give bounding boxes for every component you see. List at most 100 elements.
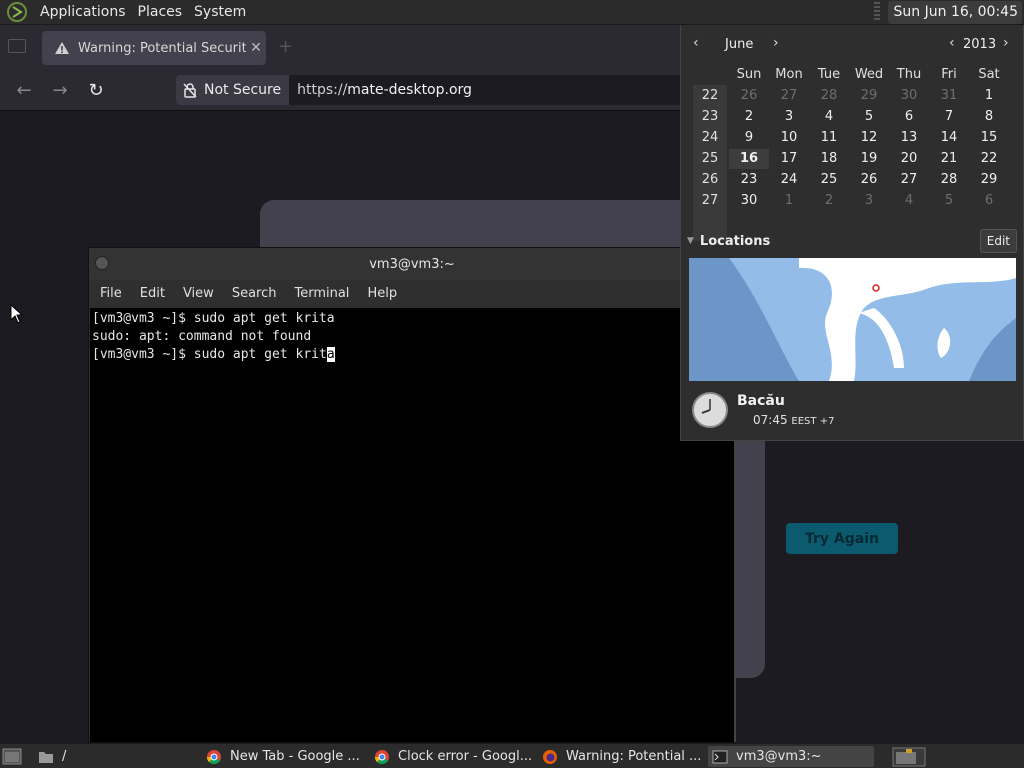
taskbar-item-terminal[interactable]: vm3@vm3:~ bbox=[708, 746, 874, 767]
panel-handle[interactable] bbox=[873, 2, 880, 22]
menu-system[interactable]: System bbox=[188, 4, 252, 20]
calendar-day[interactable]: 22 bbox=[969, 149, 1009, 169]
terminal-menu-view[interactable]: View bbox=[177, 286, 226, 301]
calendar-day[interactable]: 2 bbox=[729, 107, 769, 127]
calendar-day[interactable]: 29 bbox=[969, 170, 1009, 190]
calendar-day[interactable]: 1 bbox=[969, 86, 1009, 106]
calendar-day[interactable]: 25 bbox=[809, 170, 849, 190]
calendar-day[interactable]: 6 bbox=[889, 107, 929, 127]
url-text[interactable]: https://mate-desktop.org bbox=[289, 82, 472, 98]
world-map[interactable] bbox=[689, 258, 1016, 381]
calendar-day[interactable]: 30 bbox=[729, 191, 769, 211]
calendar-grid: Sun Mon Tue Wed Thu Fri Sat 22 26 27 28 29 30 31 1 23 2 3… bbox=[693, 61, 1015, 241]
calendar-day[interactable]: 4 bbox=[889, 191, 929, 211]
calendar-day[interactable]: 9 bbox=[729, 128, 769, 148]
calendar-day[interactable]: 21 bbox=[929, 149, 969, 169]
week-number: 22 bbox=[701, 88, 719, 103]
next-year-icon[interactable]: › bbox=[1003, 35, 1009, 51]
calendar-day[interactable]: 20 bbox=[889, 149, 929, 169]
not-secure-indicator[interactable]: Not Secure bbox=[176, 75, 290, 105]
terminal-titlebar[interactable]: vm3@vm3:~ bbox=[89, 248, 735, 280]
calendar-day[interactable]: 2 bbox=[809, 191, 849, 211]
calendar-day[interactable]: 18 bbox=[809, 149, 849, 169]
calendar-day[interactable]: 19 bbox=[849, 149, 889, 169]
calendar-day[interactable]: 1 bbox=[769, 191, 809, 211]
taskbar-item-folder[interactable]: / bbox=[38, 746, 198, 767]
locations-header[interactable]: ▼ Locations Edit bbox=[687, 229, 1019, 253]
forward-arrow-icon[interactable]: → bbox=[47, 77, 73, 103]
calendar-day[interactable]: 6 bbox=[969, 191, 1009, 211]
calendar-day[interactable]: 27 bbox=[889, 170, 929, 190]
tab-overview-icon[interactable] bbox=[8, 39, 26, 53]
prev-year-icon[interactable]: ‹ bbox=[949, 35, 955, 51]
workspace-switcher[interactable] bbox=[892, 747, 926, 767]
mate-logo-icon[interactable] bbox=[6, 1, 28, 23]
menu-places[interactable]: Places bbox=[132, 4, 189, 20]
prev-month-icon[interactable]: ‹ bbox=[693, 35, 699, 51]
calendar-day[interactable]: 13 bbox=[889, 128, 929, 148]
calendar-day[interactable]: 4 bbox=[809, 107, 849, 127]
calendar-day[interactable]: 28 bbox=[809, 86, 849, 106]
taskbar-item-chrome-clock-error[interactable]: Clock error - Googl... bbox=[374, 746, 534, 767]
back-arrow-icon[interactable]: ← bbox=[11, 77, 37, 103]
url-scheme: https:// bbox=[297, 82, 348, 98]
calendar-day[interactable]: 27 bbox=[769, 86, 809, 106]
terminal-menu-edit[interactable]: Edit bbox=[134, 286, 177, 301]
url-bar[interactable]: Not Secure https://mate-desktop.org bbox=[176, 75, 686, 105]
calendar-day[interactable]: 3 bbox=[849, 191, 889, 211]
taskbar-item-chrome-newtab[interactable]: New Tab - Google ... bbox=[206, 746, 366, 767]
top-panel: Applications Places System Sun Jun 16, 0… bbox=[0, 0, 1024, 25]
edit-locations-button[interactable]: Edit bbox=[979, 229, 1017, 253]
expander-triangle-icon[interactable]: ▼ bbox=[687, 236, 694, 246]
calendar-day[interactable]: 29 bbox=[849, 86, 889, 106]
chrome-icon bbox=[206, 749, 221, 764]
weekday-header: Sun bbox=[736, 67, 762, 82]
calendar-day[interactable]: 8 bbox=[969, 107, 1009, 127]
calendar-day[interactable]: 26 bbox=[729, 86, 769, 106]
browser-tab-warning[interactable]: Warning: Potential Security ✕ bbox=[42, 31, 266, 65]
calendar-day[interactable]: 26 bbox=[849, 170, 889, 190]
analog-clock-icon bbox=[692, 392, 728, 428]
calendar-day[interactable]: 17 bbox=[769, 149, 809, 169]
terminal-line: sudo: apt: command not found bbox=[92, 329, 312, 344]
terminal-menu-file[interactable]: File bbox=[94, 286, 134, 301]
calendar-day[interactable]: 30 bbox=[889, 86, 929, 106]
calendar-day[interactable]: 28 bbox=[929, 170, 969, 190]
reload-icon[interactable]: ↻ bbox=[83, 77, 109, 103]
calendar-day-today[interactable]: 16 bbox=[729, 149, 769, 169]
calendar-day[interactable]: 24 bbox=[769, 170, 809, 190]
calendar-day[interactable]: 15 bbox=[969, 128, 1009, 148]
terminal-menu-search[interactable]: Search bbox=[226, 286, 289, 301]
window-menu-icon[interactable] bbox=[95, 256, 109, 270]
bottom-taskbar: / New Tab - Google ... Clock error - Goo… bbox=[0, 743, 1024, 768]
calendar-day[interactable]: 14 bbox=[929, 128, 969, 148]
calendar-day[interactable]: 23 bbox=[729, 170, 769, 190]
location-row[interactable]: Bacău 07:45 EEST +7 bbox=[689, 389, 1019, 433]
calendar-day[interactable]: 3 bbox=[769, 107, 809, 127]
calendar-day[interactable]: 31 bbox=[929, 86, 969, 106]
show-desktop-icon[interactable] bbox=[2, 748, 22, 765]
week-number: 24 bbox=[701, 130, 719, 145]
tab-close-icon[interactable]: ✕ bbox=[246, 40, 266, 56]
not-secure-label: Not Secure bbox=[204, 82, 282, 98]
weekday-header: Sat bbox=[978, 67, 1000, 82]
taskbar-item-label: Warning: Potential ... bbox=[566, 749, 702, 764]
terminal-output[interactable]: [vm3@vm3 ~]$ sudo apt get krita sudo: ap… bbox=[90, 308, 734, 742]
terminal-menu-help[interactable]: Help bbox=[361, 286, 409, 301]
week-number: 27 bbox=[701, 193, 719, 208]
calendar-day[interactable]: 12 bbox=[849, 128, 889, 148]
calendar-day[interactable]: 7 bbox=[929, 107, 969, 127]
taskbar-item-firefox[interactable]: Warning: Potential ... bbox=[542, 746, 702, 767]
next-month-icon[interactable]: › bbox=[773, 35, 779, 51]
try-again-button[interactable]: Try Again bbox=[786, 523, 898, 554]
panel-clock[interactable]: Sun Jun 16, 00:45 bbox=[887, 0, 1022, 24]
calendar-day[interactable]: 10 bbox=[769, 128, 809, 148]
location-time: 07:45 EEST +7 bbox=[753, 413, 834, 427]
calendar-day[interactable]: 11 bbox=[809, 128, 849, 148]
new-tab-icon[interactable]: + bbox=[278, 36, 293, 57]
calendar-day[interactable]: 5 bbox=[849, 107, 889, 127]
menu-applications[interactable]: Applications bbox=[34, 4, 132, 20]
calendar-day[interactable]: 5 bbox=[929, 191, 969, 211]
terminal-menu-terminal[interactable]: Terminal bbox=[288, 286, 361, 301]
mouse-pointer-icon bbox=[10, 304, 22, 324]
